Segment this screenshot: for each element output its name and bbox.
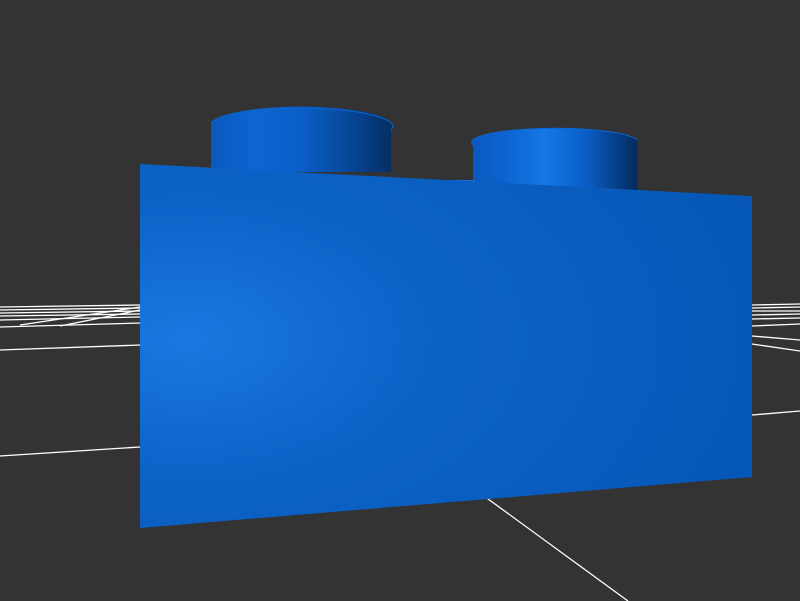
brick-front-face[interactable] <box>140 164 752 528</box>
scene-canvas[interactable] <box>0 0 800 601</box>
stud-left-side <box>211 106 393 172</box>
stud-right[interactable] <box>471 127 638 190</box>
stud-left[interactable] <box>210 106 394 172</box>
stud-right-side <box>471 128 637 190</box>
3d-viewport[interactable] <box>0 0 800 601</box>
